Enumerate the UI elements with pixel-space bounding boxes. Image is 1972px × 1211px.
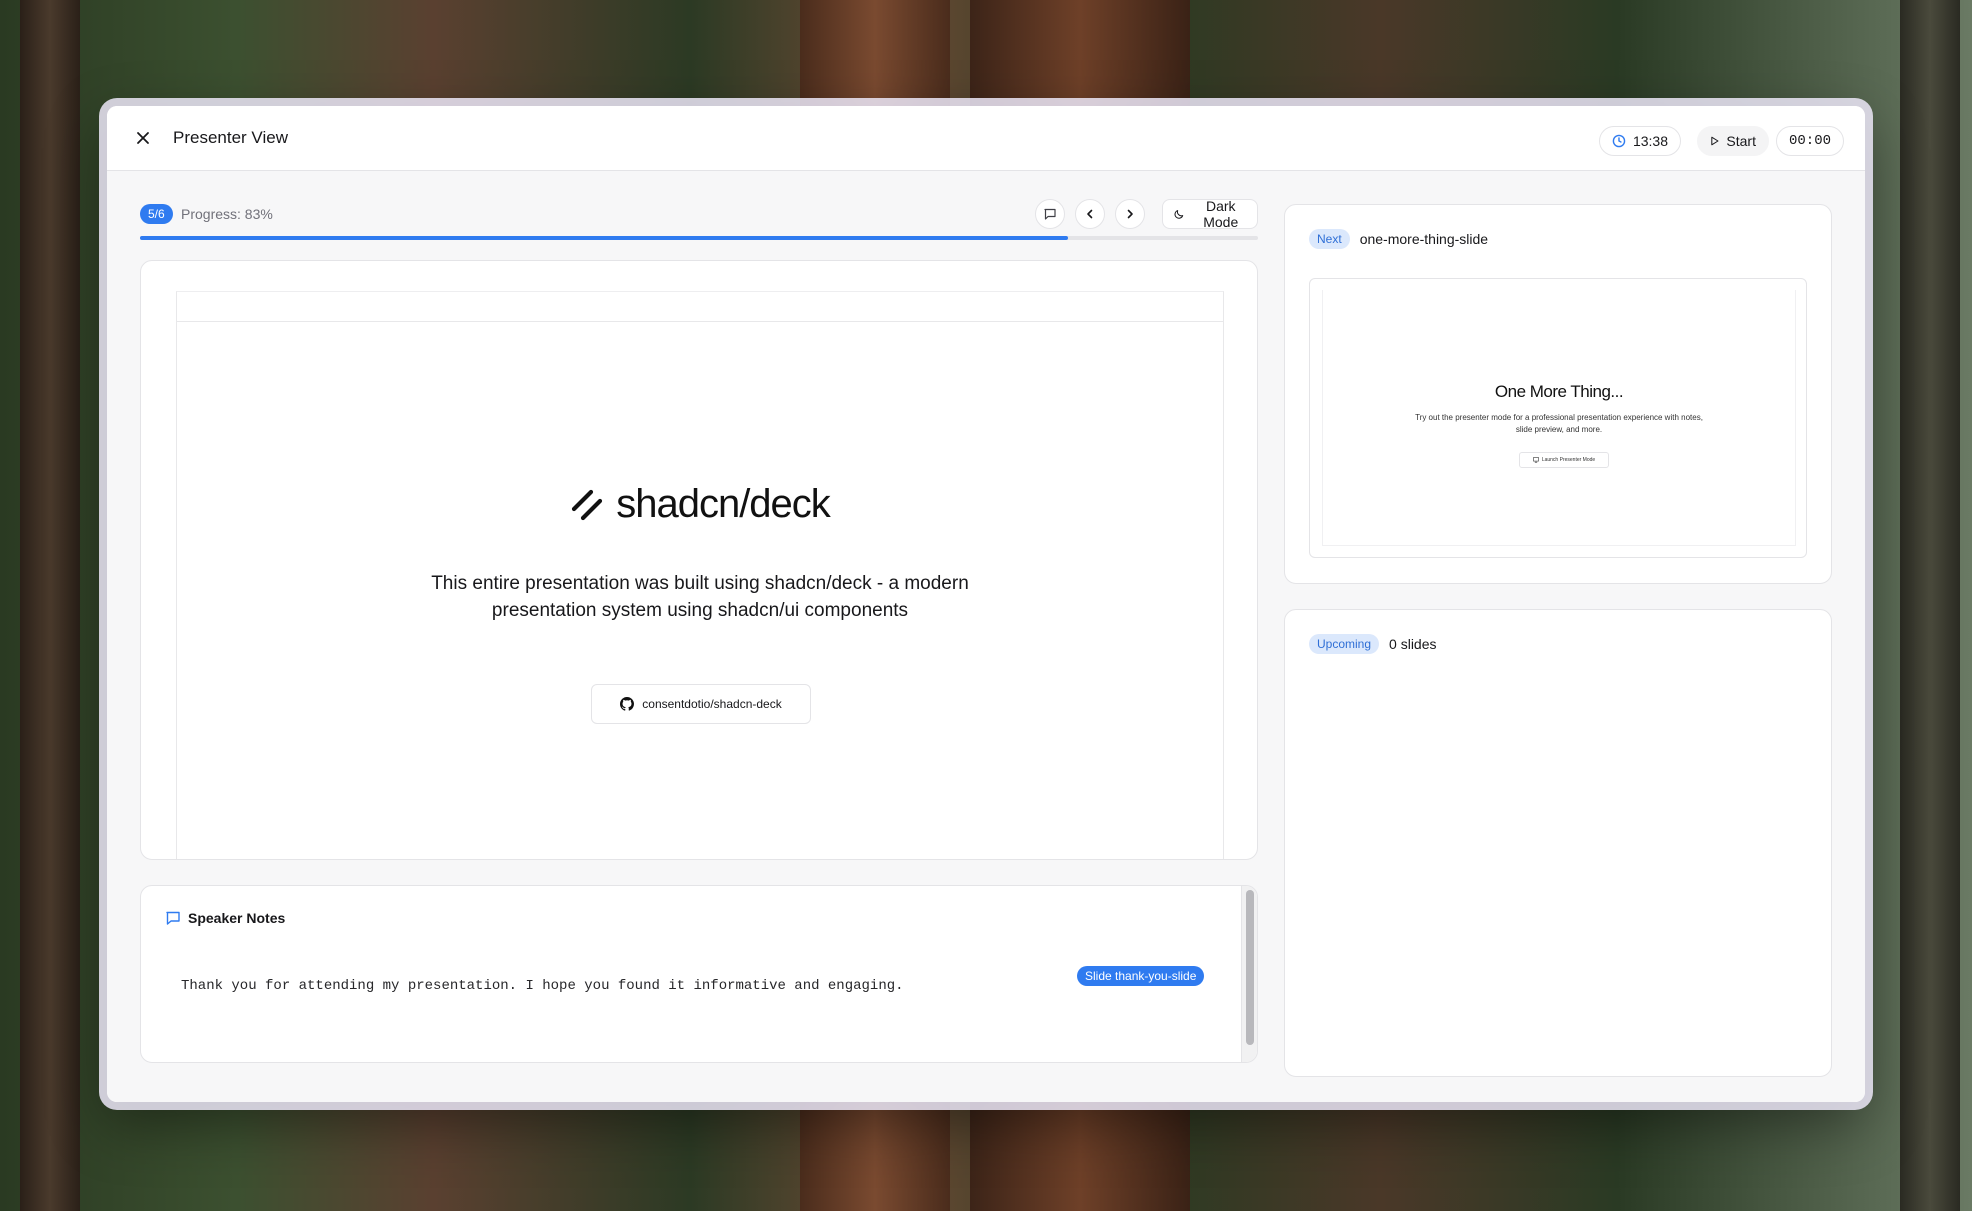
slide-counter-badge: 5/6: [140, 204, 173, 224]
slide-header-divider: [177, 321, 1223, 322]
chevron-left-icon: [1087, 209, 1093, 219]
clock-pill: 13:38: [1599, 126, 1681, 156]
next-badge: Next: [1309, 229, 1350, 249]
slash-logo-icon: [572, 489, 603, 520]
moon-icon: [1174, 209, 1184, 219]
background-tree: [1900, 0, 1960, 1211]
speaker-notes-title: Speaker Notes: [188, 910, 286, 926]
dark-mode-label: Dark Mode: [1203, 198, 1239, 230]
start-label: Start: [1726, 133, 1756, 149]
presenter-main: 5/6 Progress: 83% Dark Mode shadcn/deck …: [107, 171, 1865, 1102]
play-icon: [1711, 136, 1719, 146]
launch-presenter-mode-button: Launch Presenter Mode: [1519, 452, 1609, 468]
header-bar: Presenter View 13:38 Start 00:00: [107, 106, 1865, 171]
timer-value: 00:00: [1788, 133, 1831, 149]
next-slide-button[interactable]: [1115, 199, 1145, 229]
progress-bar-fill: [140, 236, 1068, 240]
github-icon: [620, 697, 635, 711]
message-square-icon: [1044, 208, 1056, 220]
dark-mode-button[interactable]: Dark Mode: [1162, 198, 1258, 230]
page-title: Presenter View: [173, 128, 288, 147]
slide-brand: shadcn/deck: [177, 482, 1223, 527]
close-button[interactable]: [131, 126, 155, 150]
github-repo-button[interactable]: consentdotio/shadcn-deck: [591, 684, 811, 724]
next-slide-id: one-more-thing-slide: [1359, 231, 1489, 247]
upcoming-badge: Upcoming: [1309, 634, 1380, 654]
timer-display: 00:00: [1776, 126, 1844, 156]
upcoming-count: 0 slides: [1389, 636, 1437, 652]
toggle-notes-button[interactable]: [1035, 199, 1065, 229]
presenter-window: Presenter View 13:38 Start 00:00 5/6 Pro…: [107, 106, 1865, 1102]
progress-bar: [140, 236, 1258, 240]
next-slide-preview[interactable]: One More Thing... Try out the presenter …: [1309, 278, 1807, 558]
speaker-notes-panel: Speaker Notes Thank you for attending my…: [140, 885, 1258, 1063]
notes-scrollbar[interactable]: [1241, 886, 1257, 1062]
progress-row: 5/6 Progress: 83% Dark Mode: [140, 198, 1258, 231]
slide-frame: shadcn/deck This entire presentation was…: [176, 291, 1224, 859]
upcoming-slides-panel: Upcoming 0 slides: [1284, 609, 1832, 1077]
next-slide-panel: Next one-more-thing-slide One More Thing…: [1284, 204, 1832, 584]
speaker-notes-text: Thank you for attending my presentation.…: [181, 978, 904, 994]
progress-label: Progress: 83%: [181, 206, 273, 222]
current-slide-preview: shadcn/deck This entire presentation was…: [140, 260, 1258, 860]
start-button[interactable]: Start: [1697, 126, 1769, 156]
clock-time: 13:38: [1632, 133, 1668, 149]
next-slide-frame: One More Thing... Try out the presenter …: [1322, 290, 1796, 546]
next-slide-header: Next one-more-thing-slide: [1309, 229, 1488, 249]
slide-subtitle: This entire presentation was built using…: [431, 573, 969, 621]
previous-slide-button[interactable]: [1075, 199, 1105, 229]
github-repo-label: consentdotio/shadcn-deck: [642, 697, 782, 711]
message-square-icon: [166, 911, 180, 925]
launch-presenter-mode-label: Launch Presenter Mode: [1541, 457, 1596, 463]
background-tree: [20, 0, 80, 1211]
upcoming-header: Upcoming 0 slides: [1309, 634, 1437, 654]
next-slide-subtitle: Try out the presenter mode for a profess…: [1415, 413, 1703, 434]
slide-id-badge: Slide thank-you-slide: [1077, 966, 1205, 986]
slide-brand-text: shadcn/deck: [616, 482, 831, 526]
close-icon: [137, 132, 149, 144]
speaker-notes-header: Speaker Notes: [165, 910, 285, 926]
chevron-right-icon: [1127, 209, 1133, 219]
clock-icon: [1612, 134, 1626, 148]
monitor-icon: [1533, 457, 1539, 463]
next-slide-title: One More Thing...: [1494, 382, 1624, 401]
notes-scrollbar-thumb[interactable]: [1246, 890, 1254, 1045]
